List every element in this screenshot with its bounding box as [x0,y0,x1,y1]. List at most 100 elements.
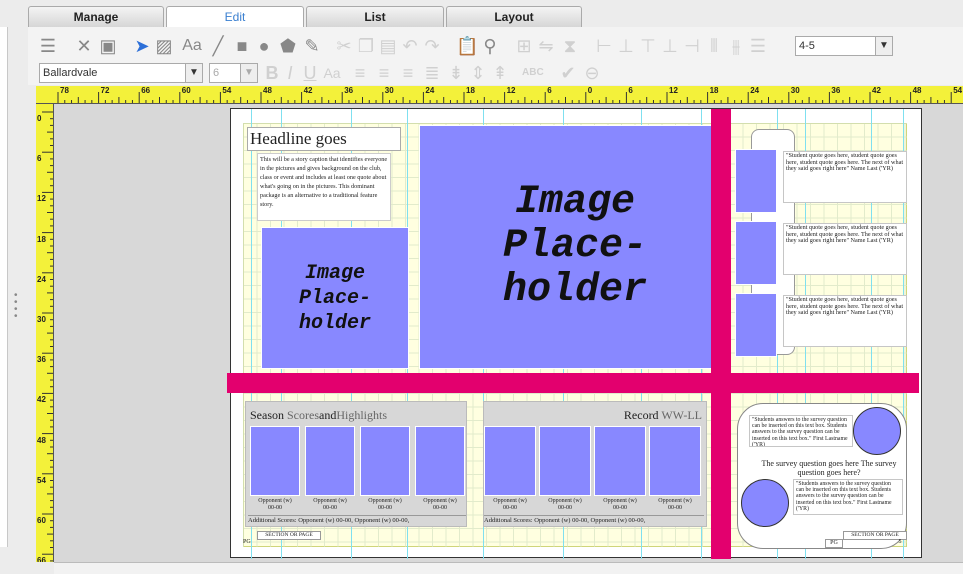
student-quote[interactable]: "Student quote goes here, student quote … [783,223,907,275]
align-bottom-icon[interactable]: ⊥ [660,36,680,56]
space-icon[interactable]: ☰ [748,36,768,56]
tab-manage[interactable]: Manage [28,6,164,27]
search-icon[interactable]: ⚲ [480,36,500,56]
distribute-h-icon[interactable]: ⫴ [704,36,724,56]
text-icon[interactable]: Aa [178,36,206,56]
headline[interactable]: Headline goes [247,127,401,151]
folio-right[interactable]: PG [825,539,843,548]
quote-photo[interactable] [735,293,777,357]
valign-top-icon[interactable]: ⇟ [446,63,466,83]
align-text-center-icon[interactable]: ≡ [374,63,394,83]
close-icon[interactable]: ✕ [74,36,94,56]
record-panel[interactable]: Record WW-LL Opponent (w) 00-00 Opponent … [483,401,707,527]
cut-icon[interactable]: ✂ [334,36,354,56]
italic-icon[interactable]: I [280,63,300,83]
season-panel[interactable]: Season ScoresandHighlights Opponent (w) 0… [245,401,467,527]
paste-icon[interactable]: ▤ [378,36,398,56]
ruler-label-h: 54 [953,86,963,95]
survey-answer[interactable]: "Students answers to the survey question… [793,479,903,515]
chevron-down-icon: ▼ [875,37,892,55]
case-icon[interactable]: Aa [322,63,342,83]
ellipse-icon[interactable]: ● [254,36,274,56]
score-label: 00-00 [668,505,682,511]
group-icon[interactable]: ⊞ [514,36,534,56]
rectangle-icon[interactable]: ■ [232,36,252,56]
score-photo[interactable] [649,426,701,496]
survey-photo[interactable] [853,407,901,455]
image-placeholder-small[interactable]: Image Place- holder [261,227,409,369]
save-icon[interactable]: ▣ [98,36,118,56]
pointer-icon[interactable]: ➤ [132,36,152,56]
student-quote[interactable]: "Student quote goes here, student quote … [783,151,907,203]
hourglass-icon[interactable]: ⧗ [560,36,580,56]
menu-icon[interactable]: ☰ [38,36,58,56]
survey-answer[interactable]: "Students answers to the survey question… [749,415,853,447]
minus-circle-icon[interactable]: ⊖ [582,63,602,83]
score-photo[interactable] [250,426,300,496]
polygon-icon[interactable]: ⬟ [278,36,298,56]
survey-photo[interactable] [741,479,789,527]
valign-bottom-icon[interactable]: ⇞ [490,63,510,83]
season-heading-part: Scores [287,408,319,422]
vertical-ruler: 0 6 12 18 24 30 36 42 48 54 60 66 [36,104,54,562]
size-select[interactable]: 6 ▼ [209,63,258,83]
tab-list[interactable]: List [306,6,444,27]
align-middle-icon[interactable]: ⊣ [682,36,702,56]
align-left-icon[interactable]: ⊢ [594,36,614,56]
flip-icon[interactable]: ⇋ [536,36,556,56]
ruler-label-h: 36 [831,86,841,95]
image-placeholder-large[interactable]: Image Place- holder [419,125,731,369]
ruler-label-h: 42 [303,86,313,95]
align-center-icon[interactable]: ⊥ [616,36,636,56]
quote-photo[interactable] [735,221,777,285]
horizontal-scrollbar[interactable] [54,562,963,574]
section-label-left[interactable]: SECTION OR PAGE [257,531,321,540]
align-top-icon[interactable]: ⊤ [638,36,658,56]
panel-resize-grip[interactable]: • • • • [14,291,18,322]
score-photo[interactable] [360,426,410,496]
opponent-label: Opponent (w) [658,498,692,504]
additional-scores: Additional Scores: Opponent (w) 00-00, O… [484,515,704,524]
score-caption: Opponent (w) 00-00 [484,498,536,512]
undo-icon[interactable]: ↶ [400,36,420,56]
check-icon[interactable]: ✔ [558,63,578,83]
justify-icon[interactable]: ≣ [422,63,442,83]
clipboard-icon[interactable]: 📋 [456,36,478,56]
chevron-down-icon: ▼ [240,64,257,82]
underline-icon[interactable]: U [300,63,320,83]
copy-icon[interactable]: ❐ [356,36,376,56]
ruler-label-h: 24 [750,86,760,95]
score-photo[interactable] [539,426,591,496]
left-panel-edge [0,27,8,547]
align-text-left-icon[interactable]: ≡ [350,63,370,83]
font-select[interactable]: Ballardvale ▼ [39,63,203,83]
tab-edit[interactable]: Edit [166,6,304,27]
distribute-v-icon[interactable]: ⫵ [726,36,746,56]
tab-layout[interactable]: Layout [446,6,582,27]
horizontal-ruler: 78 72 66 60 54 48 42 36 30 24 18 12 6 0 6 12 18 24 30 36 42 4… [36,86,963,104]
story-caption[interactable]: This will be a story caption that identi… [257,153,391,221]
align-text-right-icon[interactable]: ≡ [398,63,418,83]
additional-scores: Additional Scores: Opponent (w) 00-00, O… [248,515,466,524]
score-photo[interactable] [305,426,355,496]
score-photo[interactable] [415,426,465,496]
spellcheck-icon[interactable]: ABC [522,63,544,83]
score-photo[interactable] [594,426,646,496]
valign-middle-icon[interactable]: ⇕ [468,63,488,83]
image-icon[interactable]: ▨ [154,36,174,56]
ruler-label-v: 54 [37,475,46,485]
line-icon[interactable]: ╱ [208,36,228,56]
ruler-label-v: 24 [37,274,46,284]
bold-icon[interactable]: B [262,63,282,83]
folio-left[interactable]: PG [243,539,261,546]
score-caption: Opponent (w) 00-00 [649,498,701,512]
brush-icon[interactable]: ✎ [302,36,322,56]
score-photo[interactable] [484,426,536,496]
view-select[interactable]: 4-5 ▼ [795,36,893,56]
survey-question[interactable]: The survey question goes here The survey… [747,459,911,477]
ruler-label-h: 48 [263,86,272,95]
redo-icon[interactable]: ↷ [422,36,442,56]
student-quote[interactable]: "Student quote goes here, student quote … [783,295,907,347]
design-canvas[interactable]: Headline goes This will be a story capti… [54,104,963,562]
quote-photo[interactable] [735,149,777,213]
